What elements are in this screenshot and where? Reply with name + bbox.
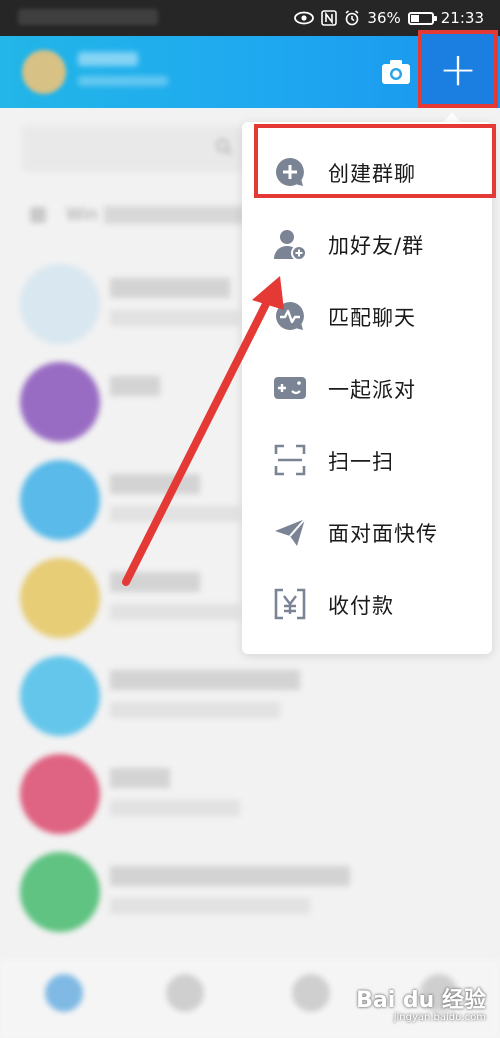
device-icon	[30, 207, 46, 223]
avatar	[20, 558, 100, 638]
list-item-title	[110, 278, 230, 298]
menu-item-add-friend[interactable]: 加好友/群	[242, 208, 492, 280]
plus-button[interactable]: +	[418, 30, 498, 108]
annotation-highlight-box	[254, 124, 496, 198]
search-bar[interactable]	[22, 126, 242, 172]
list-item-preview	[110, 702, 280, 718]
menu-item-match-chat[interactable]: 匹配聊天	[242, 280, 492, 352]
face-to-face-transfer-icon	[275, 518, 306, 546]
list-item-preview	[110, 310, 240, 326]
list-item-preview	[110, 898, 310, 914]
camera-icon[interactable]	[381, 58, 411, 86]
menu-item-label: 面对面快传	[328, 522, 438, 546]
list-item-title	[110, 474, 200, 494]
list-item-title	[110, 670, 300, 690]
list-item[interactable]	[0, 642, 500, 742]
clock: 21:33	[440, 9, 484, 27]
avatar	[20, 852, 100, 932]
menu-item-label: 扫一扫	[328, 450, 394, 474]
carrier-blur	[18, 9, 158, 25]
list-item[interactable]	[0, 838, 500, 938]
nickname-blur	[78, 52, 138, 66]
nfc-icon	[321, 10, 338, 26]
scan-icon	[274, 444, 306, 476]
payment-icon	[274, 588, 306, 620]
pinned-blur	[103, 206, 244, 224]
plus-icon: +	[438, 42, 478, 96]
pinned-device-row[interactable]: Win	[30, 205, 244, 225]
list-item[interactable]	[0, 740, 500, 840]
alarm-icon	[345, 10, 359, 26]
baidu-watermark: Bai du 经验 jingyan.baidu.com	[356, 982, 486, 1023]
battery-percent: 36%	[367, 9, 401, 27]
menu-item-scan[interactable]: 扫一扫	[242, 424, 492, 496]
list-item-preview	[110, 604, 240, 620]
list-item-preview	[110, 800, 240, 816]
menu-item-face-to-face-transfer[interactable]: 面对面快传	[242, 496, 492, 568]
add-friend-icon	[274, 230, 307, 261]
battery-icon	[407, 11, 437, 25]
search-icon	[216, 139, 233, 156]
menu-item-party[interactable]: 一起派对	[242, 352, 492, 424]
eye-icon	[294, 11, 315, 25]
watermark-logo-text: Bai du 经验	[356, 988, 486, 1013]
contacts-tab-icon[interactable]	[166, 974, 204, 1012]
list-item-title	[110, 572, 200, 592]
list-item-title	[110, 376, 160, 396]
list-item-title	[110, 866, 350, 886]
pinned-label: Win	[66, 205, 98, 225]
menu-item-label: 加好友/群	[328, 234, 425, 258]
avatar	[20, 264, 100, 344]
messages-tab-icon[interactable]	[45, 974, 83, 1012]
party-icon	[274, 377, 306, 399]
avatar	[20, 754, 100, 834]
status-blur	[78, 76, 168, 86]
my-avatar[interactable]	[22, 50, 66, 94]
list-item-preview	[110, 506, 240, 522]
menu-item-label: 收付款	[328, 594, 394, 618]
list-item-title	[110, 768, 170, 788]
plus-menu-popup: 创建群聊 加好友/群 匹配聊天 一起派对 扫一扫 面对面快传 收付款	[242, 122, 492, 654]
menu-item-label: 匹配聊天	[328, 306, 416, 330]
avatar	[20, 362, 100, 442]
explore-tab-icon[interactable]	[292, 974, 330, 1012]
avatar	[20, 656, 100, 736]
watermark-url: jingyan.baidu.com	[393, 1012, 486, 1023]
menu-item-payment[interactable]: 收付款	[242, 568, 492, 640]
match-chat-icon	[276, 302, 304, 330]
menu-item-label: 一起派对	[328, 378, 416, 402]
avatar	[20, 460, 100, 540]
